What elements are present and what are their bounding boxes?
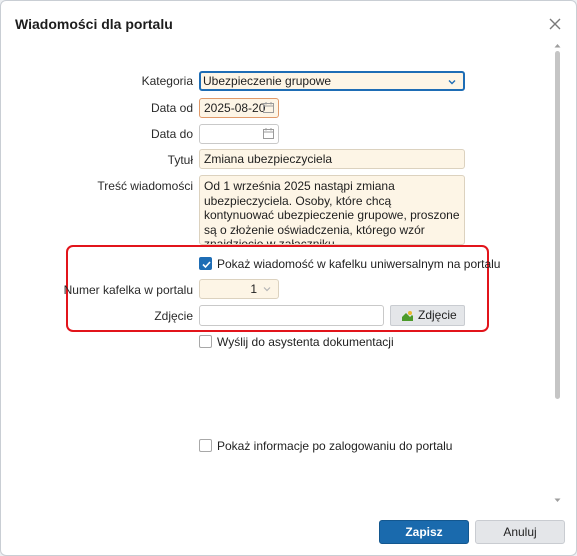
scroll-thumb[interactable] xyxy=(555,51,560,399)
kategoria-value: Ubezpieczenie grupowe xyxy=(203,74,332,88)
scroll-up-icon[interactable] xyxy=(554,43,561,48)
wyslij-label: Wyślij do asystenta dokumentacji xyxy=(217,335,394,349)
tytul-label: Tytuł xyxy=(167,153,193,167)
chevron-down-icon xyxy=(448,80,456,85)
pokaz-info-checkbox[interactable] xyxy=(199,439,212,452)
close-icon[interactable] xyxy=(547,16,563,32)
numer-kafelka-select[interactable]: 1 xyxy=(199,279,279,299)
zdjecie-button-label: Zdjęcie xyxy=(418,308,457,322)
tytul-value: Zmiana ubezpieczyciela xyxy=(204,152,333,166)
kategoria-label: Kategoria xyxy=(141,74,193,88)
wyslij-checkbox[interactable] xyxy=(199,335,212,348)
data-od-input[interactable]: 2025-08-20 xyxy=(199,98,279,118)
dialog-window: Wiadomości dla portalu Kategoria Ubezpie… xyxy=(0,0,577,556)
pokaz-info-label: Pokaż informacje po zalogowaniu do porta… xyxy=(217,439,453,453)
zdjecie-label: Zdjęcie xyxy=(154,309,193,323)
calendar-icon[interactable] xyxy=(263,102,274,113)
data-do-label: Data do xyxy=(150,127,193,141)
save-button[interactable]: Zapisz xyxy=(379,520,469,544)
kategoria-select[interactable]: Ubezpieczenie grupowe xyxy=(199,71,465,91)
checkmark-icon xyxy=(202,261,211,269)
numer-kafelka-value: 1 xyxy=(250,282,257,296)
tytul-input[interactable]: Zmiana ubezpieczyciela xyxy=(199,149,465,169)
cancel-button[interactable]: Anuluj xyxy=(475,520,565,544)
data-do-input[interactable] xyxy=(199,124,279,144)
dialog-title: Wiadomości dla portalu xyxy=(15,16,173,32)
data-od-label: Data od xyxy=(150,101,193,115)
zdjecie-button[interactable]: Zdjęcie xyxy=(390,305,465,326)
pokaz-kafelek-checkbox[interactable] xyxy=(199,257,212,270)
tresc-textarea[interactable]: Od 1 września 2025 nastąpi zmiana ubezpi… xyxy=(199,175,465,245)
chevron-down-icon xyxy=(263,287,271,292)
zdjecie-input[interactable] xyxy=(199,305,384,326)
tresc-label: Treść wiadomości xyxy=(97,179,193,193)
image-icon xyxy=(402,311,413,321)
scroll-down-icon[interactable] xyxy=(554,498,561,503)
vertical-scrollbar[interactable] xyxy=(554,43,561,503)
calendar-icon[interactable] xyxy=(263,128,274,139)
pokaz-kafelek-label: Pokaż wiadomość w kafelku uniwersalnym n… xyxy=(217,257,501,271)
numer-kafelka-label: Numer kafelka w portalu xyxy=(63,283,193,297)
data-od-value: 2025-08-20 xyxy=(204,101,266,115)
